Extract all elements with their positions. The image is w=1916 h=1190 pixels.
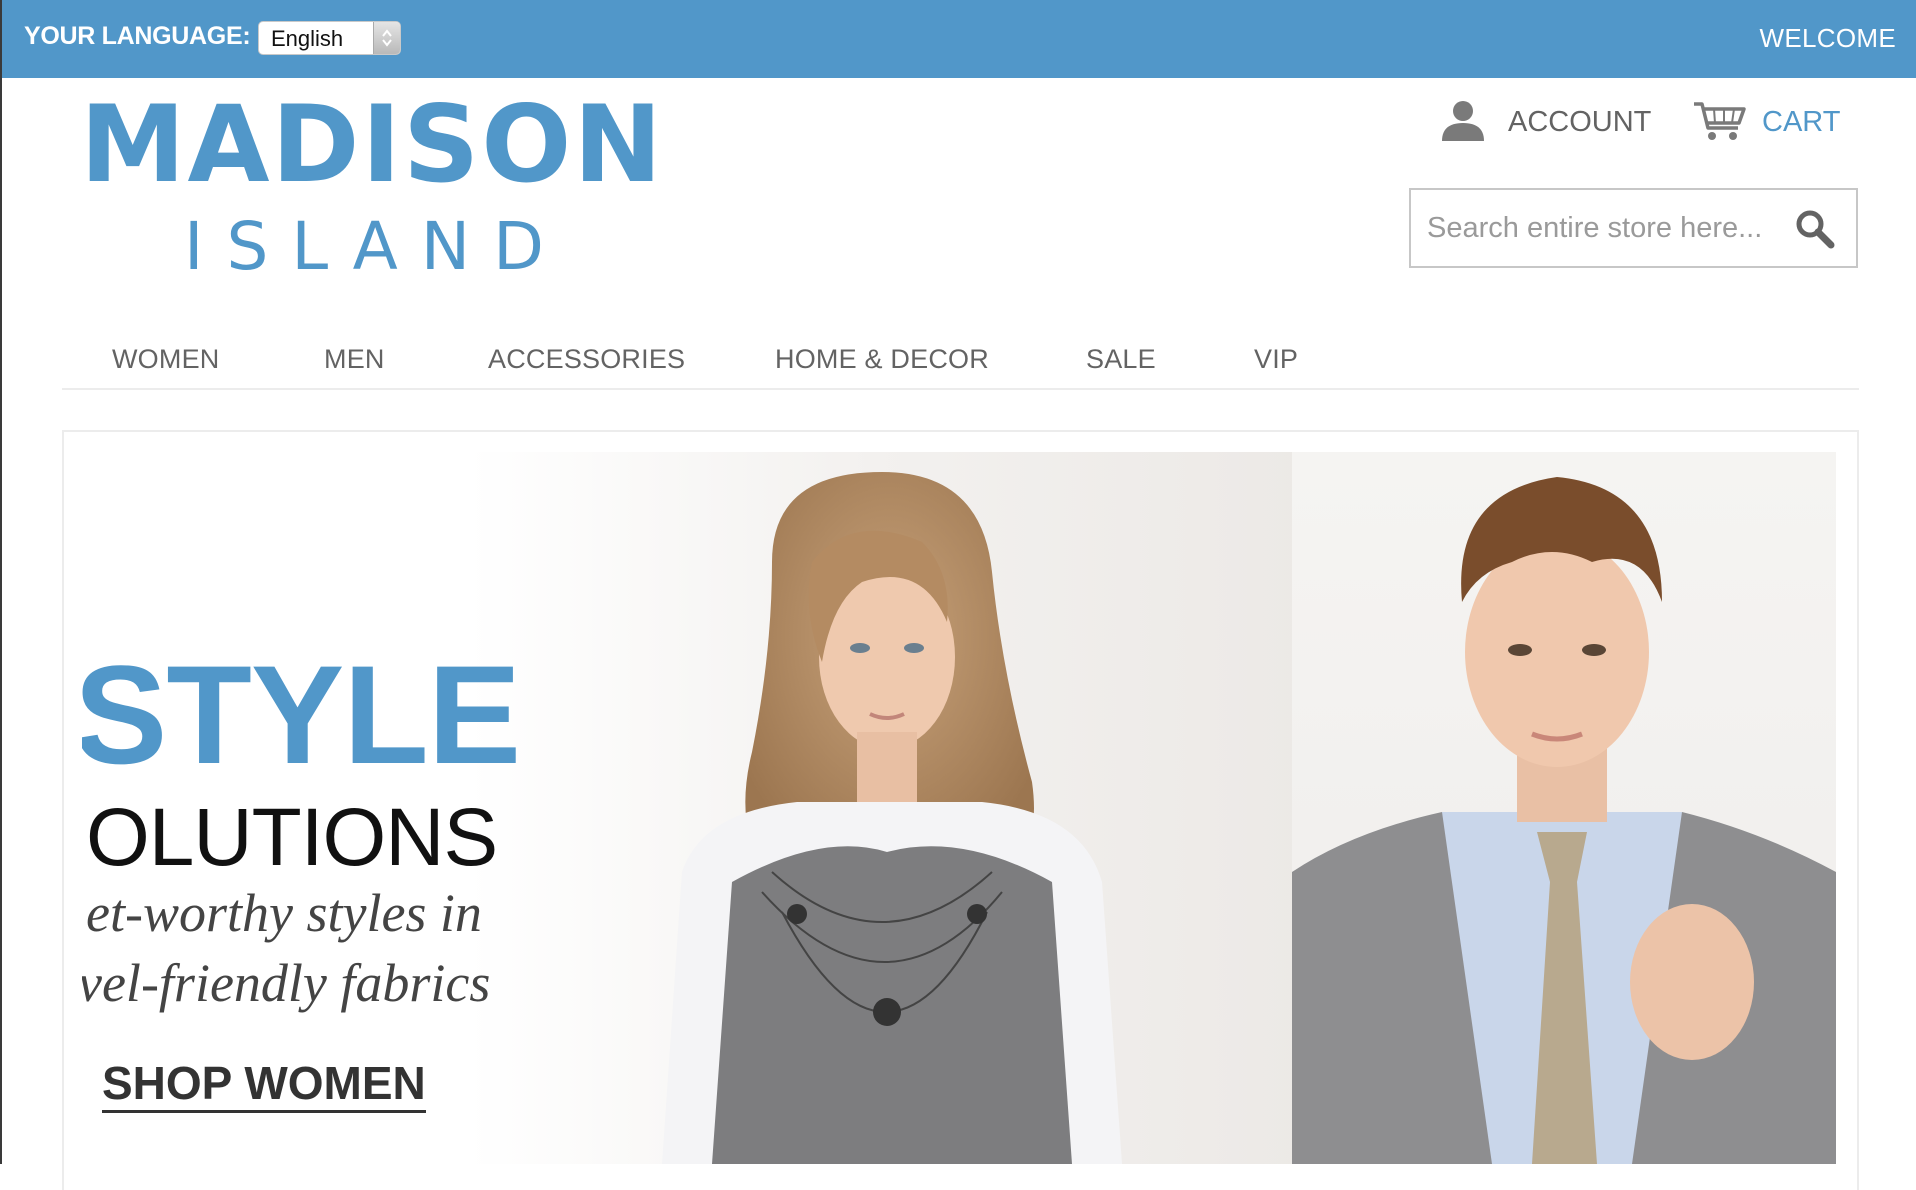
nav-item-accessories[interactable]: ACCESSORIES [488, 344, 685, 375]
account-link[interactable]: ACCOUNT [1440, 100, 1651, 144]
language-select[interactable]: English [258, 21, 401, 55]
cart-icon [1692, 98, 1748, 147]
language-select-value: English [271, 26, 344, 51]
hero-tagline-2: vel-friendly fabrics [82, 953, 491, 1013]
nav-item-home-decor[interactable]: HOME & DECOR [775, 344, 989, 375]
cart-link[interactable]: CART [1692, 100, 1840, 144]
site-logo[interactable]: MADISON ISLAND [80, 92, 662, 292]
person-icon [1440, 99, 1486, 146]
hero-banner[interactable]: STYLE OLUTIONS et-worthy styles in vel-f… [82, 452, 1836, 1164]
logo-line1: MADISON [80, 83, 665, 206]
woman-model-image [662, 472, 1122, 1164]
cart-label: CART [1762, 105, 1841, 138]
hero-subheadline: OLUTIONS [86, 792, 498, 883]
search-box [1409, 188, 1858, 268]
shop-women-button[interactable]: SHOP WOMEN [102, 1060, 426, 1113]
language-label: YOUR LANGUAGE: [24, 22, 251, 50]
nav-item-vip[interactable]: VIP [1254, 344, 1298, 375]
main-nav: WOMEN MEN ACCESSORIES HOME & DECOR SALE … [62, 340, 1859, 390]
nav-item-men[interactable]: MEN [324, 344, 385, 375]
man-model-image [1292, 477, 1836, 1164]
hero-headline: STYLE [82, 636, 521, 793]
search-input[interactable] [1427, 208, 1787, 248]
top-bar: YOUR LANGUAGE: English WELCOME [0, 0, 1916, 78]
welcome-message: WELCOME [1759, 23, 1896, 53]
hero-panel-men[interactable] [1292, 452, 1836, 1164]
nav-item-sale[interactable]: SALE [1086, 344, 1156, 375]
account-label: ACCOUNT [1508, 105, 1652, 138]
window-edge [0, 78, 2, 1164]
search-icon[interactable] [1794, 208, 1836, 255]
hero-tagline-1: et-worthy styles in [86, 883, 482, 943]
logo-line2: ISLAND [184, 208, 567, 285]
select-arrows-icon [373, 22, 400, 54]
nav-item-women[interactable]: WOMEN [112, 344, 219, 375]
